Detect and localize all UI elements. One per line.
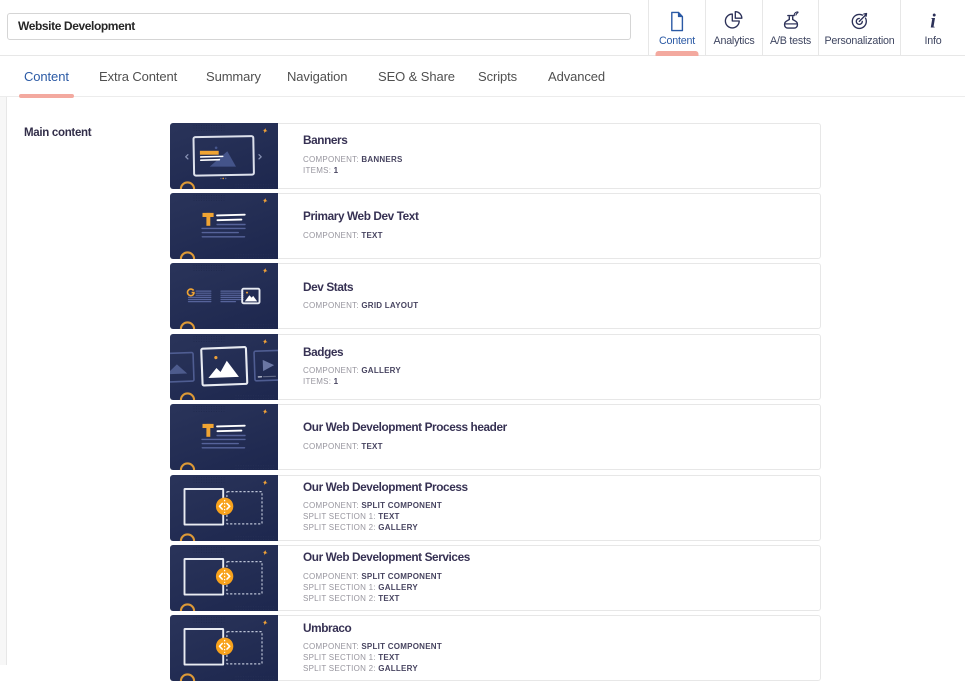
svg-text:i: i xyxy=(930,11,936,32)
